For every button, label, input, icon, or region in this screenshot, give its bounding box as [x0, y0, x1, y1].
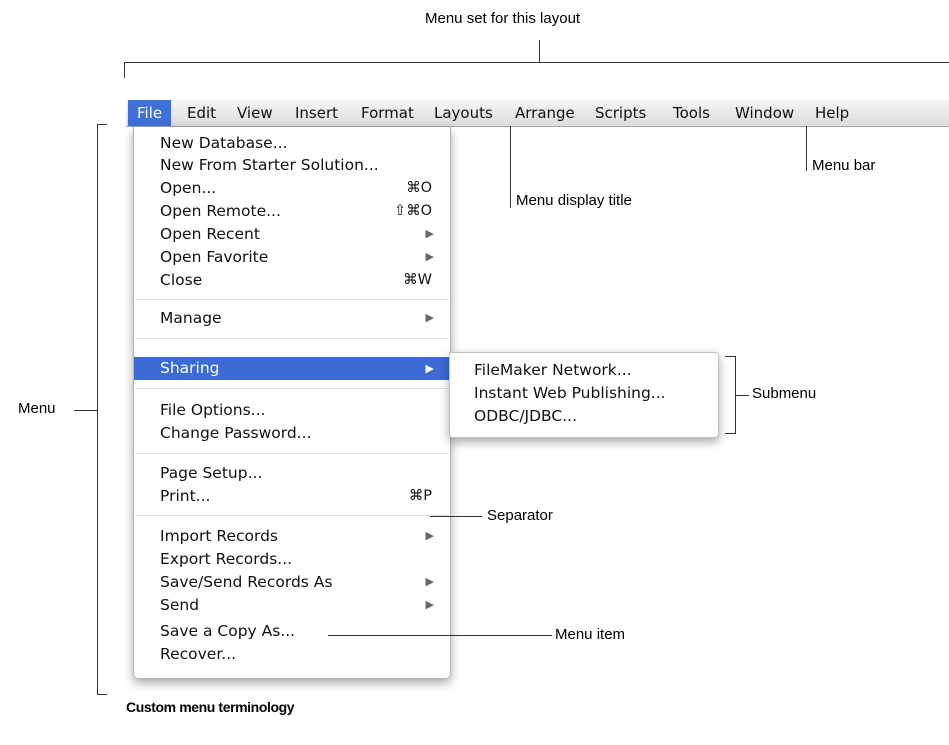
- submenu-arrow-icon: ▶: [425, 362, 434, 375]
- sharing-submenu: FileMaker Network... Instant Web Publish…: [449, 352, 719, 438]
- menubar-tools[interactable]: Tools: [664, 100, 719, 126]
- menu-item-manage[interactable]: Manage ▶: [134, 307, 450, 329]
- menu-item-export-records[interactable]: Export Records...: [134, 548, 450, 570]
- menu-item-import-records[interactable]: Import Records ▶: [134, 525, 450, 547]
- menu-item-annotation-label: Menu item: [555, 626, 626, 643]
- menu-item-send[interactable]: Send ▶: [134, 594, 450, 616]
- shortcut-text: ⌘O: [406, 180, 432, 196]
- menu-set-bracket-stem: [539, 40, 540, 63]
- menu-item-open-recent[interactable]: Open Recent ▶: [134, 223, 450, 245]
- menu-bar-label: Menu bar: [812, 157, 876, 174]
- menu-item-label: File Options...: [160, 401, 266, 419]
- menu-item-label: New From Starter Solution...: [160, 156, 379, 174]
- menu-item-save-send-records[interactable]: Save/Send Records As ▶: [134, 571, 450, 593]
- menu-item-close[interactable]: Close ⌘W: [134, 269, 450, 291]
- menu-item-change-password[interactable]: Change Password...: [134, 422, 450, 444]
- menu-item-label: Send: [160, 596, 200, 614]
- submenu-arrow-icon: ▶: [425, 598, 434, 611]
- menu-item-label: Close: [160, 271, 203, 289]
- menu-item-label: Manage: [160, 309, 222, 327]
- menu-item-open-remote[interactable]: Open Remote... ⇧⌘O: [134, 200, 450, 222]
- file-menu: New Database... New From Starter Solutio…: [133, 127, 451, 679]
- menu-bracket-top: [97, 124, 107, 125]
- submenu-arrow-icon: ▶: [425, 311, 434, 324]
- menubar-view[interactable]: View: [228, 100, 282, 126]
- menu-item-open-favorite[interactable]: Open Favorite ▶: [134, 246, 450, 268]
- shortcut-text: ⌘W: [403, 272, 432, 288]
- submenu-label: Submenu: [752, 385, 817, 402]
- menu-set-label: Menu set for this layout: [425, 10, 581, 27]
- menu-display-title-label: Menu display title: [516, 192, 632, 209]
- separator-label: Separator: [487, 507, 553, 524]
- menu-item-label: Save a Copy As...: [160, 622, 296, 640]
- menu-item-new-from-starter[interactable]: New From Starter Solution...: [134, 154, 450, 176]
- menu-set-bracket-bar: [124, 62, 949, 63]
- submenu-arrow-icon: ▶: [425, 575, 434, 588]
- submenu-item-filemaker-network[interactable]: FileMaker Network...: [474, 359, 632, 381]
- figure-caption: Custom menu terminology: [126, 699, 295, 715]
- menu-bracket-bottom: [97, 694, 107, 695]
- menu-display-title-pointer: [510, 126, 511, 208]
- menu-item-label: Open Recent: [160, 225, 260, 243]
- menu-bracket-vertical: [97, 124, 98, 695]
- menubar-format[interactable]: Format: [352, 100, 423, 126]
- menubar-layouts[interactable]: Layouts: [425, 100, 502, 126]
- menu-item-save-a-copy[interactable]: Save a Copy As...: [134, 620, 450, 642]
- menu-bracket-pointer: [74, 410, 98, 411]
- menu-item-label: Save/Send Records As: [160, 573, 333, 591]
- menu-separator: [135, 338, 449, 339]
- menubar-window[interactable]: Window: [726, 100, 803, 126]
- menu-item-file-options[interactable]: File Options...: [134, 399, 450, 421]
- menu-bar: File Edit View Insert Format Layouts Arr…: [126, 100, 949, 127]
- menu-set-bracket-left-end: [124, 62, 125, 78]
- submenu-bracket-pointer: [735, 395, 749, 396]
- menu-bar-pointer: [806, 126, 807, 171]
- menu-item-label: Export Records...: [160, 550, 293, 568]
- menu-item-sharing[interactable]: Sharing ▶: [134, 357, 450, 380]
- shortcut-text: ⇧⌘O: [393, 203, 432, 219]
- menubar-help[interactable]: Help: [806, 100, 858, 126]
- menu-separator: [135, 453, 449, 454]
- menu-item-label: Print...: [160, 487, 211, 505]
- menu-item-label: Change Password...: [160, 424, 312, 442]
- submenu-arrow-icon: ▶: [425, 529, 434, 542]
- menu-item-label: Open Remote...: [160, 202, 281, 220]
- menubar-file[interactable]: File: [128, 100, 172, 126]
- menu-item-label: Sharing: [160, 359, 220, 377]
- menu-item-new-database[interactable]: New Database...: [134, 132, 450, 154]
- menu-item-pointer: [328, 635, 552, 636]
- submenu-bracket-top: [725, 356, 735, 357]
- menu-label: Menu: [18, 400, 56, 417]
- menu-item-open[interactable]: Open... ⌘O: [134, 177, 450, 199]
- separator-pointer: [430, 516, 482, 517]
- submenu-item-odbc-jdbc[interactable]: ODBC/JDBC...: [474, 405, 577, 427]
- menubar-arrange[interactable]: Arrange: [506, 100, 584, 126]
- menubar-insert[interactable]: Insert: [286, 100, 347, 126]
- shortcut-text: ⌘P: [408, 488, 432, 504]
- menu-separator: [135, 388, 449, 389]
- menu-item-label: Recover...: [160, 645, 237, 663]
- menu-item-recover[interactable]: Recover...: [134, 643, 450, 665]
- submenu-arrow-icon: ▶: [425, 227, 434, 240]
- menu-item-print[interactable]: Print... ⌘P: [134, 485, 450, 507]
- menu-item-page-setup[interactable]: Page Setup...: [134, 462, 450, 484]
- menubar-scripts[interactable]: Scripts: [586, 100, 655, 126]
- submenu-item-instant-web-publishing[interactable]: Instant Web Publishing...: [474, 382, 666, 404]
- menu-separator: [135, 515, 449, 516]
- menu-item-label: New Database...: [160, 134, 288, 152]
- menubar-edit[interactable]: Edit: [178, 100, 225, 126]
- submenu-bracket-bottom: [725, 433, 735, 434]
- menu-item-label: Open...: [160, 179, 217, 197]
- submenu-arrow-icon: ▶: [425, 250, 434, 263]
- menu-item-label: Page Setup...: [160, 464, 263, 482]
- menu-separator: [135, 299, 449, 300]
- menu-item-label: Open Favorite: [160, 248, 269, 266]
- menu-item-label: Import Records: [160, 527, 278, 545]
